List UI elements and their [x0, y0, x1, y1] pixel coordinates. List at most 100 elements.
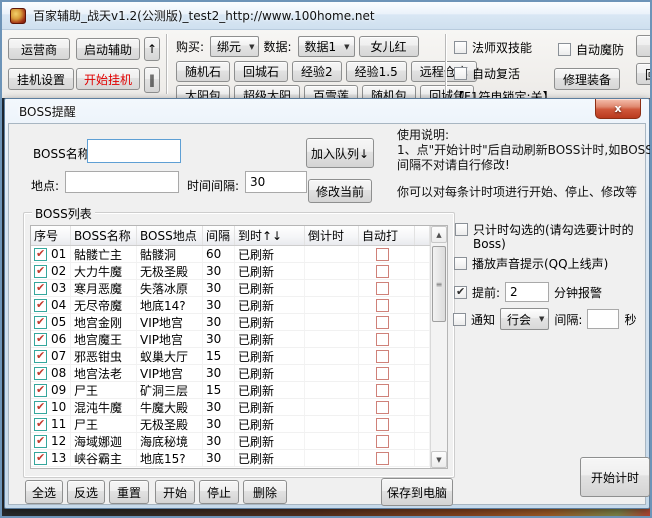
table-row[interactable]: 10 混沌牛魔 牛魔大殿 30 已刷新	[31, 399, 430, 416]
pre-alert-option[interactable]: 提前: 分钟报警	[454, 282, 602, 302]
operator-button[interactable]: 运营商	[8, 38, 70, 60]
table-row[interactable]: 04 无尽帝魔 地底14? 30 已刷新	[31, 297, 430, 314]
buy-select[interactable]: 绑元▼	[210, 36, 259, 57]
table-row[interactable]: 08 地宫法老 VIP地宫 30 已刷新	[31, 365, 430, 382]
notify-checkbox[interactable]	[453, 313, 466, 326]
row-autohit-checkbox[interactable]	[376, 401, 389, 414]
clipped-right-button-2[interactable]: 回	[636, 63, 652, 85]
row-select-checkbox[interactable]	[34, 282, 47, 295]
location-input[interactable]	[65, 171, 179, 193]
add-queue-button[interactable]: 加入队列↓	[306, 138, 374, 168]
toolbar-item-button[interactable]: 经验2	[292, 61, 342, 82]
table-row[interactable]: 02 大力牛魔 无极圣殿 30 已刷新	[31, 263, 430, 280]
row-autohit-checkbox[interactable]	[376, 299, 389, 312]
only-checked-checkbox[interactable]	[455, 223, 468, 236]
row-autohit-checkbox[interactable]	[376, 282, 389, 295]
row-autohit-checkbox[interactable]	[376, 333, 389, 346]
select-all-button[interactable]: 全选	[25, 480, 63, 504]
save-to-pc-button[interactable]: 保存到电脑	[381, 478, 453, 506]
row-select-checkbox[interactable]	[34, 401, 47, 414]
start-hang-button[interactable]: 开始挂机	[76, 68, 140, 90]
scroll-up-button[interactable]: ↑	[144, 37, 160, 61]
row-select-checkbox[interactable]	[34, 452, 47, 465]
table-row[interactable]: 11 尸王 无极圣殿 30 已刷新	[31, 416, 430, 433]
notify-target-select[interactable]: 行会▼	[500, 308, 549, 330]
row-select-checkbox[interactable]	[34, 418, 47, 431]
auto-revive-option[interactable]: 自动复活	[454, 65, 520, 82]
repair-equipment-button[interactable]: 修理装备	[554, 68, 620, 90]
table-row[interactable]: 13 峡谷霸主 地底15? 30 已刷新	[31, 450, 430, 467]
toolbar-item-button[interactable]: 经验1.5	[346, 61, 407, 82]
start-timer-button[interactable]: 开始计时	[580, 457, 650, 497]
col-header-name[interactable]: BOSS名称	[71, 226, 137, 245]
row-select-checkbox[interactable]	[34, 316, 47, 329]
table-row[interactable]: 06 地宫魔王 VIP地宫 30 已刷新	[31, 331, 430, 348]
col-header-autohit[interactable]: 自动打	[359, 226, 415, 245]
row-select-checkbox[interactable]	[34, 248, 47, 261]
row-autohit-checkbox[interactable]	[376, 435, 389, 448]
scrollbar-up-icon[interactable]: ▲	[431, 226, 447, 243]
row-select-checkbox[interactable]	[34, 350, 47, 363]
row-status: 已刷新	[235, 450, 305, 466]
only-checked-option[interactable]: 只计时勾选的(请勾选要计时的Boss)	[455, 223, 651, 251]
close-icon[interactable]: x	[595, 99, 641, 119]
table-row[interactable]: 07 邪恶钳虫 蚁巢大厅 15 已刷新	[31, 348, 430, 365]
row-autohit-checkbox[interactable]	[376, 350, 389, 363]
notify-interval-input[interactable]	[587, 309, 619, 329]
row-select-checkbox[interactable]	[34, 333, 47, 346]
row-autohit-checkbox[interactable]	[376, 367, 389, 380]
table-row[interactable]: 01 骷髅亡主 骷髅洞 60 已刷新	[31, 246, 430, 263]
toolbar-item-button[interactable]: 回城石	[234, 61, 288, 82]
row-autohit-checkbox[interactable]	[376, 248, 389, 261]
mage-double-skill-checkbox[interactable]	[454, 41, 467, 54]
boss-name-input[interactable]	[87, 139, 181, 163]
data-select[interactable]: 数据1▼	[298, 36, 355, 57]
scrollbar-down-icon[interactable]: ▼	[431, 451, 447, 468]
nverhong-button[interactable]: 女儿红	[359, 36, 419, 57]
boss-reminder-dialog: BOSS提醒 x BOSS名称: 地点: 时间间隔: 加入队列↓ 修改当前 使用…	[4, 98, 650, 509]
row-autohit-checkbox[interactable]	[376, 418, 389, 431]
modify-current-button[interactable]: 修改当前	[308, 179, 372, 203]
pre-alert-checkbox[interactable]	[454, 286, 467, 299]
table-scrollbar[interactable]: ▲ ≡ ▼	[430, 226, 447, 468]
col-header-duetime-sort[interactable]: 到时↑↓	[235, 226, 305, 245]
row-autohit-checkbox[interactable]	[376, 316, 389, 329]
row-select-checkbox[interactable]	[34, 384, 47, 397]
time-interval-input[interactable]	[245, 171, 307, 193]
toolbar-item-button[interactable]: 随机石	[176, 61, 230, 82]
auto-revive-checkbox[interactable]	[454, 67, 467, 80]
row-select-checkbox[interactable]	[34, 435, 47, 448]
start-button[interactable]: 开始	[155, 480, 195, 504]
hang-settings-button[interactable]: 挂机设置	[8, 68, 74, 90]
invert-select-button[interactable]: 反选	[67, 480, 105, 504]
auto-magic-defense-option[interactable]: 自动魔防	[558, 41, 624, 58]
col-header-place[interactable]: BOSS地点	[137, 226, 203, 245]
col-header-countdown[interactable]: 倒计时	[305, 226, 359, 245]
table-row[interactable]: 12 海域娜迦 海底秘境 30 已刷新	[31, 433, 430, 450]
clipped-right-button-1[interactable]	[636, 35, 652, 57]
stop-button[interactable]: 停止	[199, 480, 239, 504]
pre-alert-minutes-input[interactable]	[505, 282, 549, 302]
row-select-checkbox[interactable]	[34, 265, 47, 278]
notify-option[interactable]: 通知 行会▼ 间隔: 秒	[453, 308, 636, 330]
row-select-checkbox[interactable]	[34, 299, 47, 312]
col-header-interval[interactable]: 间隔	[203, 226, 235, 245]
play-sound-checkbox[interactable]	[454, 257, 467, 270]
delete-button[interactable]: 删除	[243, 480, 287, 504]
reset-button[interactable]: 重置	[109, 480, 149, 504]
table-row[interactable]: 05 地宫金刚 VIP地宫 30 已刷新	[31, 314, 430, 331]
row-autohit-checkbox[interactable]	[376, 452, 389, 465]
mage-double-skill-option[interactable]: 法师双技能	[454, 39, 532, 56]
row-num: 07	[51, 349, 66, 363]
pause-button[interactable]: ‖	[144, 67, 160, 93]
table-row[interactable]: 03 寒月恶魔 失落冰原 30 已刷新	[31, 280, 430, 297]
auto-magic-defense-checkbox[interactable]	[558, 43, 571, 56]
row-autohit-checkbox[interactable]	[376, 265, 389, 278]
row-autohit-checkbox[interactable]	[376, 384, 389, 397]
table-row[interactable]: 09 尸王 矿洞三层 15 已刷新	[31, 382, 430, 399]
scrollbar-thumb[interactable]: ≡	[432, 246, 446, 322]
row-select-checkbox[interactable]	[34, 367, 47, 380]
launch-assist-button[interactable]: 启动辅助	[76, 38, 140, 60]
col-header-num[interactable]: 序号	[31, 226, 71, 245]
play-sound-option[interactable]: 播放声音提示(QQ上线声)	[454, 257, 608, 271]
